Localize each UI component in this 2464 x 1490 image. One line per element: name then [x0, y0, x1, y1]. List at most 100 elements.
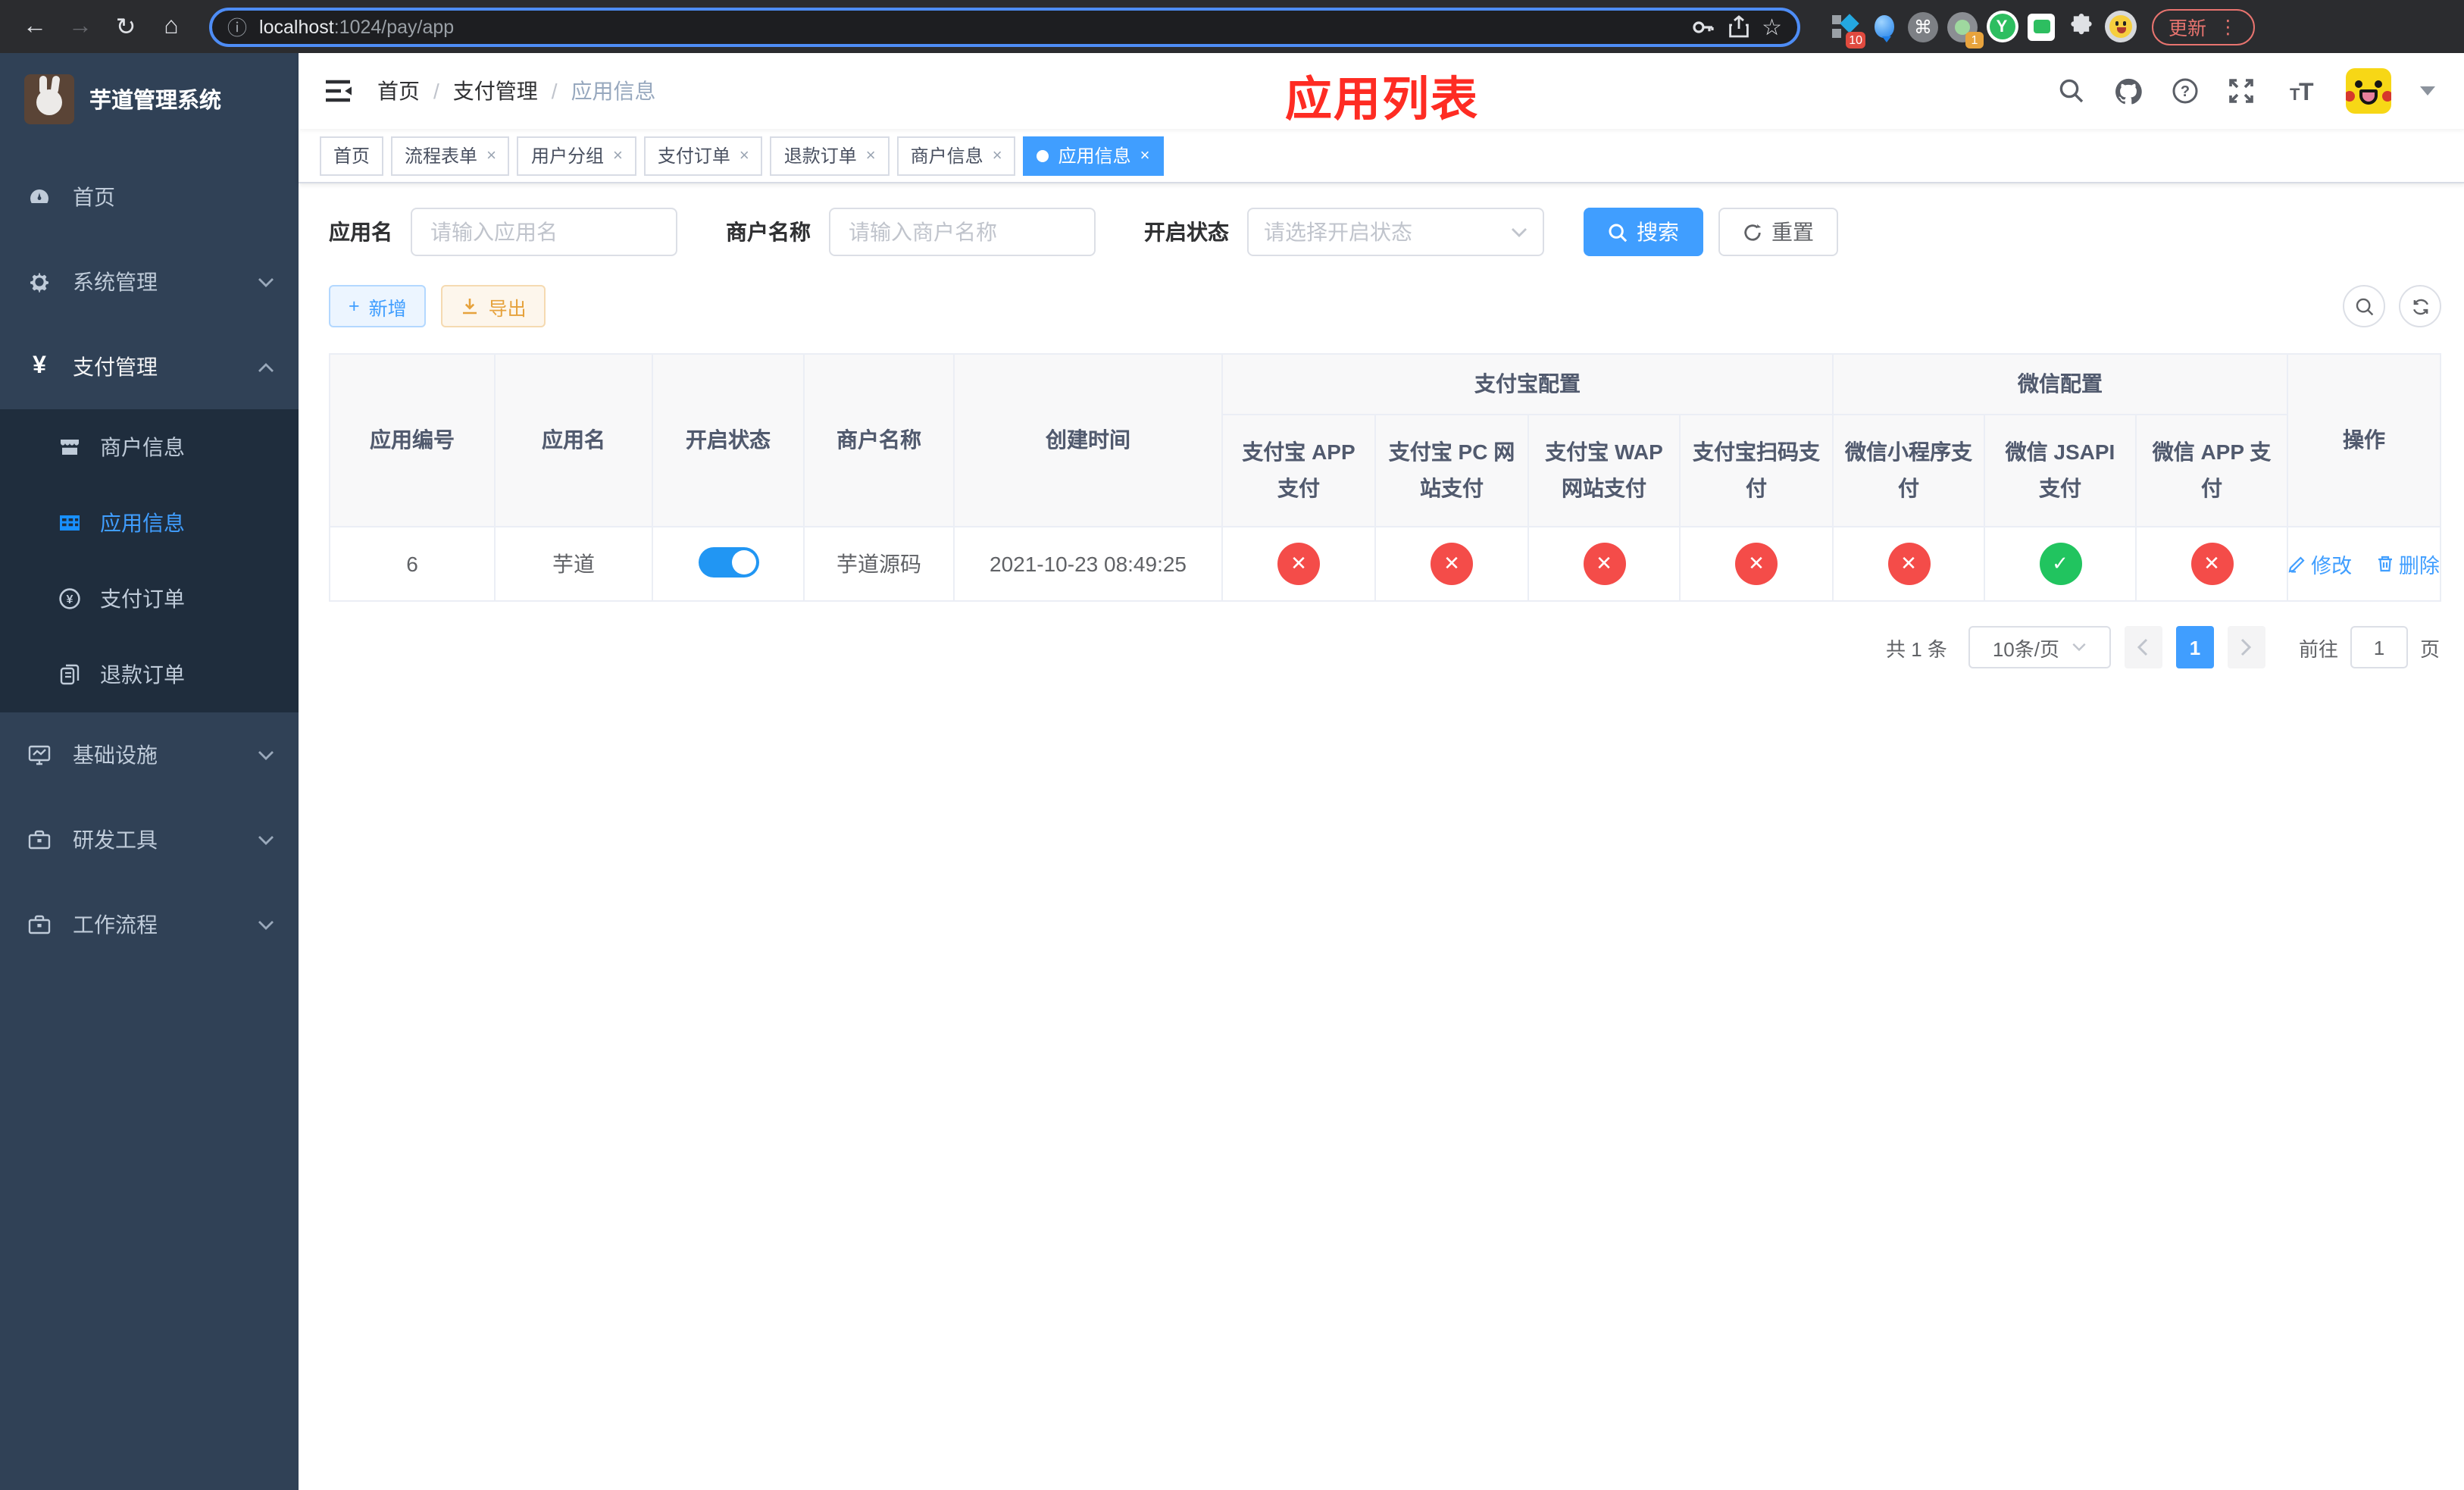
sidebar-item-merchant-info[interactable]: 商户信息 — [0, 409, 299, 485]
search-icon[interactable] — [2058, 77, 2085, 105]
trash-icon — [2378, 556, 2392, 572]
tag-app-info-active[interactable]: 应用信息 × — [1023, 136, 1164, 175]
tag-user-group[interactable]: 用户分组 × — [517, 136, 636, 175]
logo-rabbit-image — [24, 74, 74, 124]
search-button[interactable]: 搜索 — [1584, 208, 1703, 256]
user-avatar[interactable] — [2346, 68, 2391, 114]
status-cross-icon: ✕ — [1583, 543, 1625, 585]
github-icon[interactable] — [2114, 77, 2143, 105]
browser-menu-dots-icon[interactable]: ⋮ — [2219, 15, 2237, 38]
chevron-up-icon — [258, 362, 274, 371]
reload-icon[interactable]: ↻ — [106, 7, 145, 46]
address-bar[interactable]: ⓘ localhost:1024/pay/app ☆ — [209, 7, 1800, 46]
page-container: 应用名 商户名称 开启状态 请选择开启状态 搜索 重置 — [299, 183, 2464, 1490]
password-key-icon[interactable] — [1690, 14, 1715, 39]
filter-form: 应用名 商户名称 开启状态 请选择开启状态 搜索 重置 — [329, 208, 2441, 256]
status-cross-icon: ✕ — [1431, 543, 1473, 585]
edit-pencil-icon — [2288, 556, 2305, 573]
sidebar-item-system[interactable]: 系统管理 — [0, 239, 299, 324]
sidebar-item-payment[interactable]: ¥ 支付管理 — [0, 324, 299, 409]
payment-submenu: 商户信息 应用信息 ¥ 支付订单 退款订单 — [0, 409, 299, 712]
next-page-button[interactable] — [2227, 626, 2265, 668]
browser-update-button[interactable]: 更新 ⋮ — [2152, 8, 2255, 45]
svg-text:?: ? — [2181, 83, 2190, 100]
tag-pay-orders[interactable]: 支付订单 × — [643, 136, 763, 175]
app-header: 首页 / 支付管理 / 应用信息 ? TT — [299, 53, 2464, 129]
sidebar-item-refund-orders[interactable]: 退款订单 — [0, 637, 299, 712]
close-icon[interactable]: × — [993, 146, 1002, 164]
tag-home[interactable]: 首页 — [320, 136, 384, 175]
add-button[interactable]: + 新增 — [329, 285, 427, 327]
extension-y-icon[interactable]: Y — [1985, 10, 2018, 43]
fullscreen-icon[interactable] — [2228, 77, 2255, 105]
grid-table-icon — [60, 515, 80, 531]
forward-icon[interactable]: → — [61, 7, 100, 46]
app-logo[interactable]: 芋道管理系统 — [0, 53, 299, 146]
page-size-select[interactable]: 10条/页 — [1968, 626, 2111, 668]
toggle-search-button[interactable] — [2343, 285, 2385, 327]
close-icon[interactable]: × — [740, 146, 749, 164]
gear-icon — [30, 273, 48, 293]
avatar-caret-icon[interactable] — [2420, 86, 2435, 95]
sidebar-item-workflow[interactable]: 工作流程 — [0, 882, 299, 967]
close-icon[interactable]: × — [613, 146, 623, 164]
status-cross-icon: ✕ — [2190, 543, 2233, 585]
close-icon[interactable]: × — [866, 146, 876, 164]
cell-app-id: 6 — [329, 526, 496, 602]
bookmark-star-icon[interactable]: ☆ — [1762, 13, 1782, 40]
prev-page-button[interactable] — [2124, 626, 2162, 668]
col-status: 开启状态 — [652, 353, 805, 527]
extension-balloon-icon[interactable] — [1867, 10, 1900, 43]
sidebar-item-app-info[interactable]: 应用信息 — [0, 485, 299, 561]
status-cross-icon: ✕ — [1735, 543, 1778, 585]
share-icon[interactable] — [1727, 14, 1750, 39]
app-name-input[interactable] — [411, 208, 677, 256]
home-icon[interactable]: ⌂ — [152, 7, 191, 46]
tag-merchant-info[interactable]: 商户信息 × — [896, 136, 1016, 175]
sidebar-item-home[interactable]: 首页 — [0, 155, 299, 239]
tag-refund-orders[interactable]: 退款订单 × — [770, 136, 890, 175]
status-select[interactable]: 请选择开启状态 — [1247, 208, 1544, 256]
documents-icon — [60, 664, 80, 685]
breadcrumb-current: 应用信息 — [571, 79, 656, 103]
status-cross-icon: ✕ — [1277, 543, 1320, 585]
cell-wechat-mini: ✕ — [1832, 526, 1985, 602]
site-info-icon[interactable]: ⓘ — [227, 12, 247, 41]
close-icon[interactable]: × — [486, 146, 496, 164]
goto-page-input[interactable] — [2350, 626, 2408, 668]
reset-button[interactable]: 重置 — [1718, 208, 1838, 256]
tag-process-form[interactable]: 流程表单 × — [391, 136, 510, 175]
merchant-name-input[interactable] — [829, 208, 1096, 256]
col-group-alipay: 支付宝配置 — [1221, 353, 1834, 415]
back-icon[interactable]: ← — [15, 7, 55, 46]
sidebar-item-pay-orders[interactable]: ¥ 支付订单 — [0, 561, 299, 637]
sidebar-item-dev-tools[interactable]: 研发工具 — [0, 797, 299, 882]
edit-link[interactable]: 修改 — [2288, 549, 2352, 579]
sidebar-item-infrastructure[interactable]: 基础设施 — [0, 712, 299, 797]
font-size-icon[interactable]: TT — [2284, 77, 2317, 105]
refresh-icon — [1744, 223, 1762, 240]
delete-link[interactable]: 删除 — [2376, 549, 2440, 579]
extension-command-icon[interactable]: ⌘ — [1906, 10, 1940, 43]
chevron-down-icon — [258, 835, 274, 844]
download-icon — [463, 299, 477, 315]
extension-pieces-icon[interactable]: 10 — [1828, 10, 1865, 48]
status-toggle[interactable] — [698, 546, 758, 577]
help-icon[interactable]: ? — [2172, 77, 2199, 105]
refresh-icon — [2412, 298, 2428, 315]
extension-badge: 1 — [1965, 31, 1984, 48]
extension-chat-icon[interactable] — [2025, 10, 2058, 43]
status-label: 开启状态 — [1144, 220, 1229, 244]
refresh-table-button[interactable] — [2399, 285, 2441, 327]
breadcrumb-home[interactable]: 首页 — [377, 76, 420, 106]
page-number-button[interactable]: 1 — [2175, 626, 2214, 668]
chevron-down-icon — [2072, 643, 2086, 652]
close-icon[interactable]: × — [1140, 146, 1150, 164]
extensions-puzzle-icon[interactable] — [2064, 10, 2097, 43]
sidebar-collapse-icon[interactable] — [323, 76, 353, 106]
extension-recorder-icon[interactable]: 1 — [1946, 10, 1984, 48]
export-button[interactable]: 导出 — [441, 285, 546, 327]
cell-app-name: 芋道 — [494, 526, 653, 602]
profile-avatar-icon[interactable] — [2103, 10, 2137, 43]
col-alipay-qr: 支付宝扫码支付 — [1679, 414, 1834, 527]
